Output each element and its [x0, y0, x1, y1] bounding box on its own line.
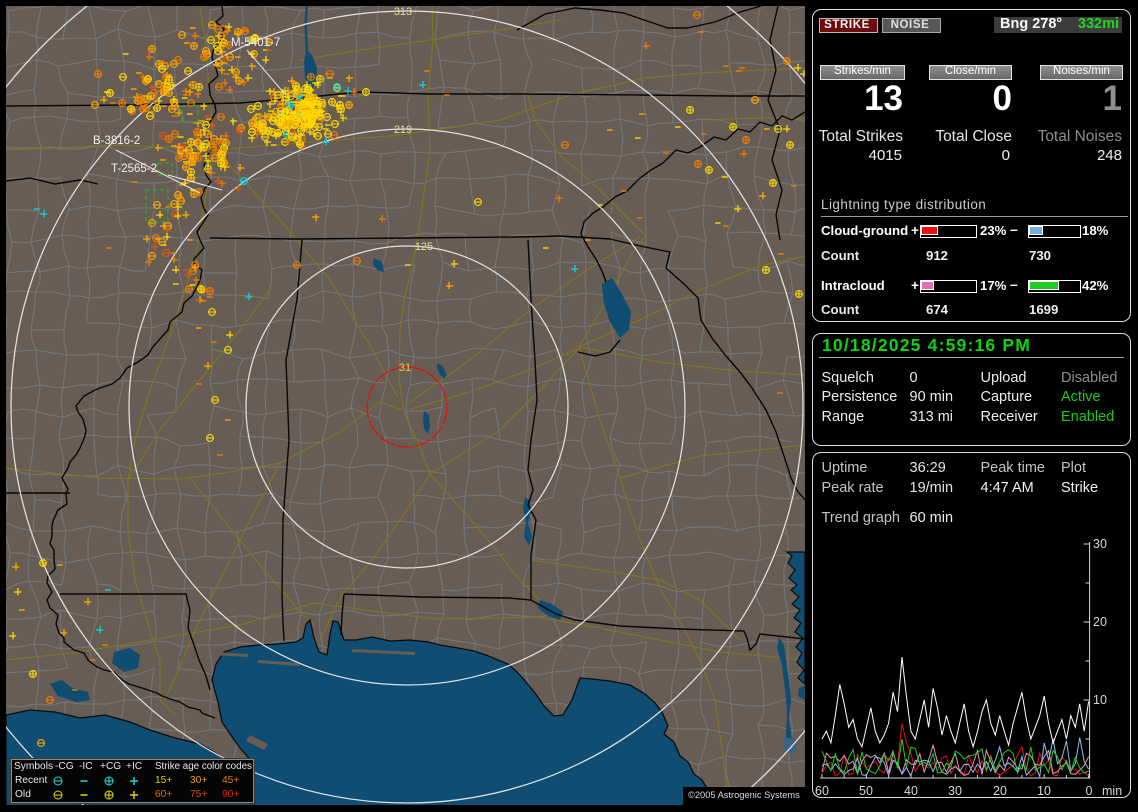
- svg-text:min: min: [1102, 784, 1122, 796]
- svg-text:31: 31: [399, 362, 411, 374]
- svg-text:30: 30: [1093, 537, 1107, 551]
- svg-text:30: 30: [948, 784, 962, 796]
- svg-text:125: 125: [415, 241, 433, 253]
- svg-text:50: 50: [859, 784, 873, 796]
- svg-text:10: 10: [1093, 693, 1107, 707]
- svg-text:0: 0: [1086, 784, 1093, 796]
- svg-text:40: 40: [904, 784, 918, 796]
- svg-text:20: 20: [993, 784, 1007, 796]
- svg-text:219: 219: [394, 124, 412, 136]
- svg-text:60: 60: [815, 784, 829, 796]
- svg-text:20: 20: [1093, 615, 1107, 629]
- svg-text:313: 313: [394, 6, 412, 18]
- svg-text:10: 10: [1037, 784, 1051, 796]
